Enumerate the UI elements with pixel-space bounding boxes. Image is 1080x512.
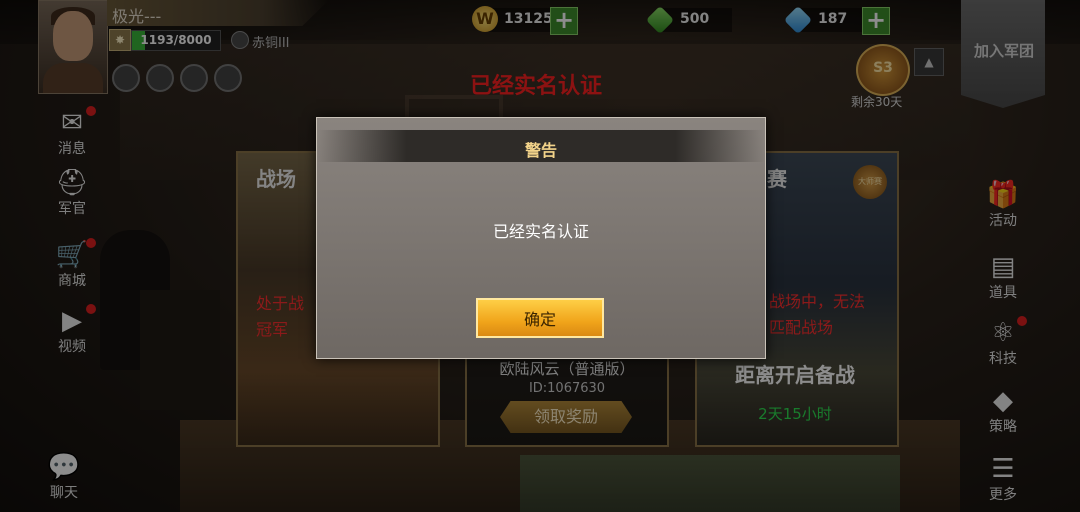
warning-dialog: 警告 已经实名认证 确定 — [316, 117, 766, 359]
confirm-button[interactable]: 确定 — [476, 298, 604, 338]
dialog-message: 已经实名认证 — [492, 222, 589, 241]
dialog-title: 警告 — [524, 141, 557, 160]
